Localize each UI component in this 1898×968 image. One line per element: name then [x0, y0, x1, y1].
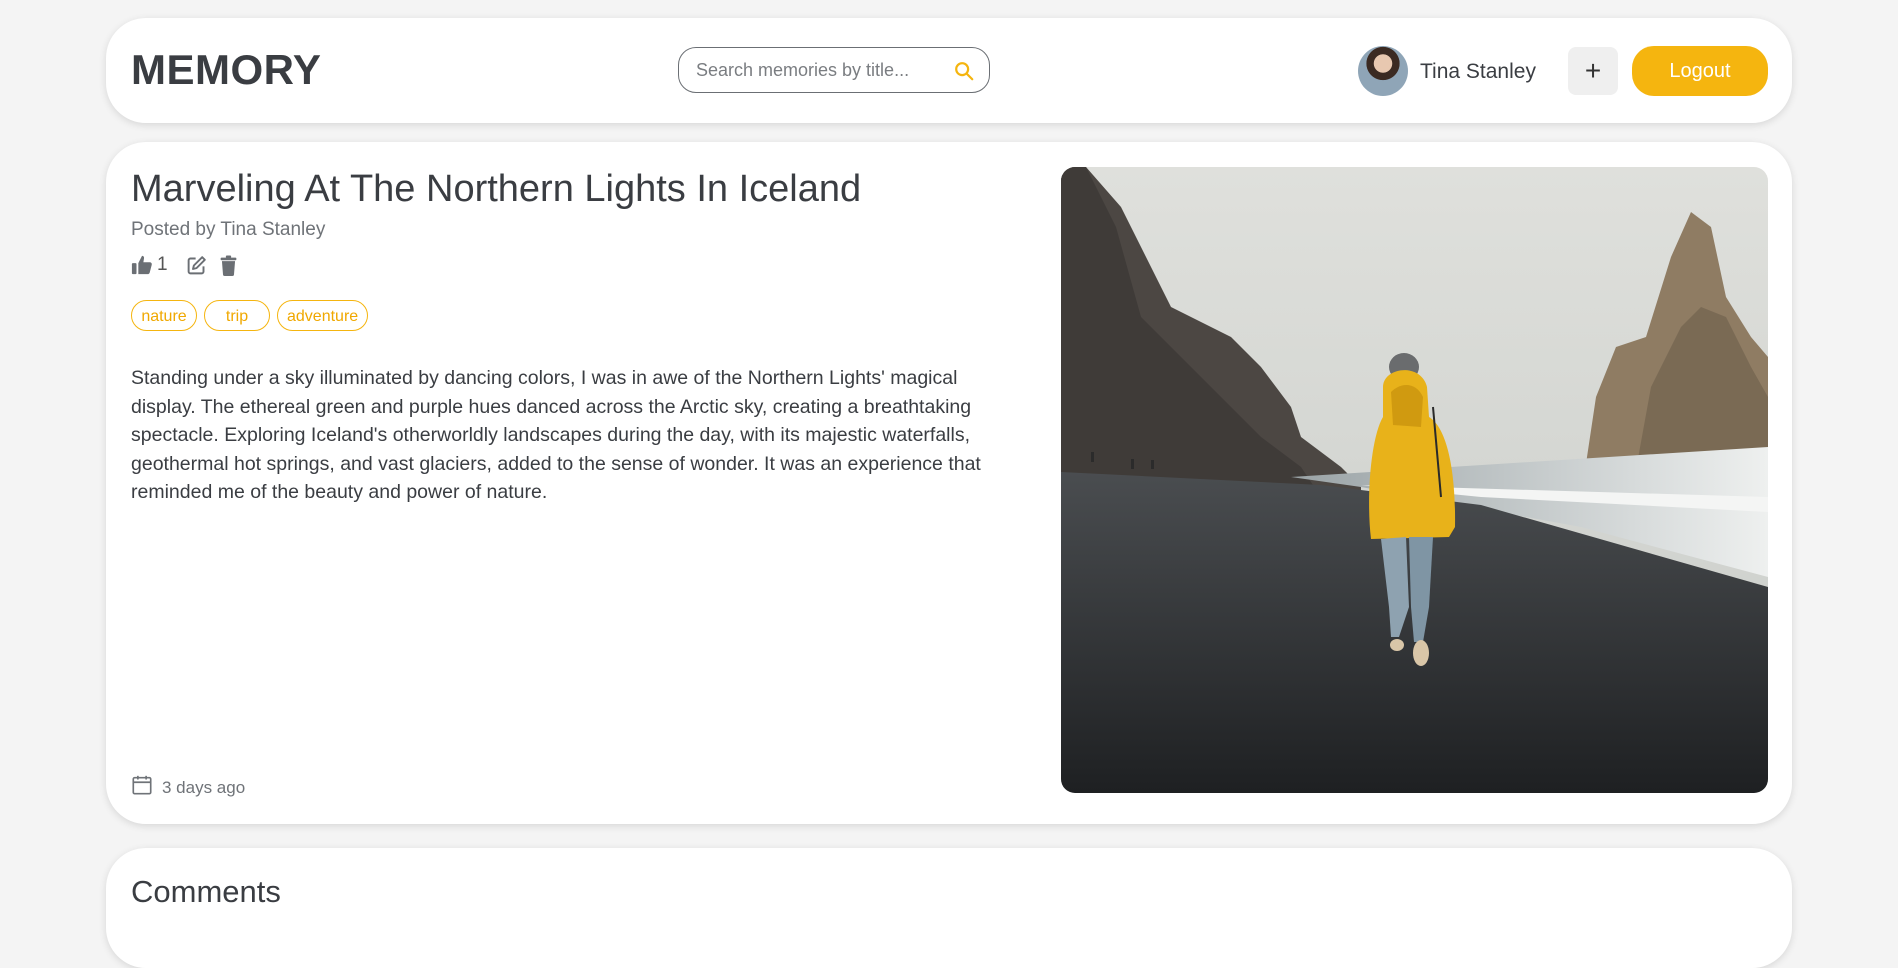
tag-chip[interactable]: trip: [204, 300, 270, 331]
app-logo[interactable]: MEMORY: [131, 46, 321, 94]
memory-author: Posted by Tina Stanley: [131, 219, 326, 240]
memory-date-text: 3 days ago: [162, 777, 246, 797]
trash-icon[interactable]: [219, 254, 238, 276]
edit-icon[interactable]: [186, 255, 207, 276]
calendar-icon: [131, 774, 153, 801]
tag-chip[interactable]: adventure: [277, 300, 369, 331]
memory-title: Marveling At The Northern Lights In Icel…: [131, 168, 862, 210]
tag-list: nature trip adventure: [131, 300, 369, 331]
logout-button[interactable]: Logout: [1632, 46, 1768, 96]
search-icon[interactable]: [953, 60, 975, 82]
thumbs-up-icon[interactable]: [131, 254, 153, 276]
tag-chip[interactable]: nature: [131, 300, 197, 331]
top-navbar: MEMORY Tina Stanley + Logout: [106, 18, 1792, 123]
comments-section: Comments: [106, 848, 1792, 968]
memory-actions: 1: [131, 254, 238, 276]
user-name: Tina Stanley: [1420, 60, 1536, 83]
memory-photo: [1061, 167, 1768, 793]
comments-title: Comments: [131, 874, 281, 909]
search-bar: [678, 47, 990, 93]
add-memory-button[interactable]: +: [1568, 47, 1618, 95]
like-count: 1: [157, 254, 168, 275]
memory-description: Standing under a sky illuminated by danc…: [131, 367, 981, 503]
memory-detail-card: Marveling At The Northern Lights In Icel…: [106, 142, 1792, 824]
user-avatar[interactable]: [1358, 46, 1408, 96]
memory-date: 3 days ago: [131, 774, 245, 801]
search-input[interactable]: [694, 58, 938, 82]
